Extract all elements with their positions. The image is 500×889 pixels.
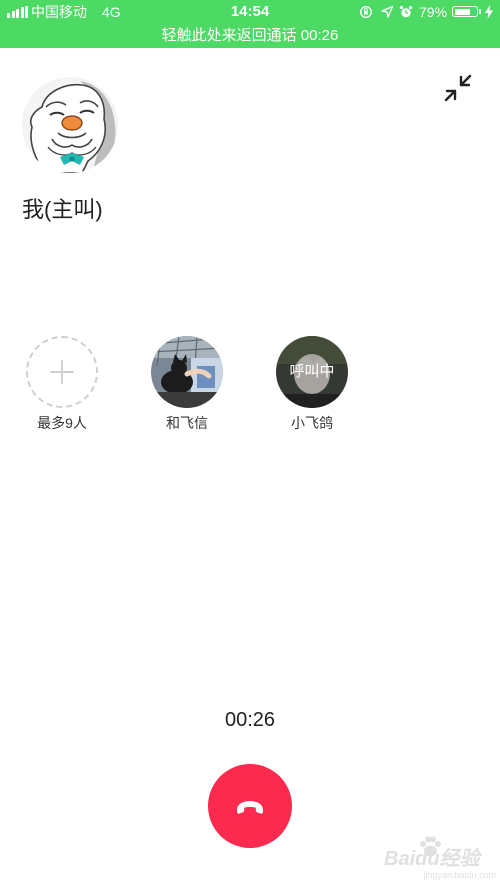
status-row: 中国移动 4G 14:54 79% bbox=[0, 0, 500, 24]
rotation-lock-icon bbox=[359, 5, 373, 19]
participant-label: 最多9人 bbox=[37, 415, 87, 431]
participant-label: 小飞鸽 bbox=[291, 415, 333, 431]
participant-label: 和飞信 bbox=[166, 415, 208, 431]
minimize-button[interactable] bbox=[440, 70, 476, 106]
participant-item[interactable]: 呼叫中 小飞鸽 bbox=[267, 336, 357, 436]
location-icon bbox=[381, 5, 394, 18]
return-to-call-banner[interactable]: 轻触此处来返回通话 00:26 bbox=[0, 25, 500, 46]
battery-fill bbox=[454, 8, 471, 15]
photo-avatar bbox=[151, 336, 223, 408]
hangup-button[interactable] bbox=[208, 764, 292, 848]
caller-avatar bbox=[22, 77, 118, 173]
phone-hangup-icon bbox=[237, 801, 263, 814]
add-icon bbox=[50, 360, 74, 384]
call-screen: 中国移动 4G 14:54 79% 轻触此处来返回通话 00:26 我(主叫) … bbox=[0, 0, 500, 889]
battery-cap bbox=[479, 9, 481, 14]
add-participant[interactable]: 最多9人 bbox=[17, 336, 107, 436]
watermark-text: Baidu经验 bbox=[384, 848, 480, 870]
participant-item[interactable]: 和飞信 bbox=[142, 336, 232, 436]
calling-status: 呼叫中 bbox=[276, 336, 348, 408]
add-participant-button[interactable] bbox=[26, 336, 98, 408]
participant-avatar: 呼叫中 bbox=[276, 336, 348, 408]
alarm-icon bbox=[399, 6, 413, 18]
collapse-icon bbox=[444, 74, 472, 102]
dog-avatar-illustration bbox=[22, 77, 118, 173]
battery-percent: 79% bbox=[419, 4, 448, 20]
caller-name: 我(主叫) bbox=[22, 197, 103, 222]
battery-icon bbox=[452, 6, 478, 17]
watermark-url: jingyan.baidu.com bbox=[423, 870, 496, 880]
charging-icon bbox=[485, 5, 493, 19]
call-timer: 00:26 bbox=[224, 709, 276, 731]
participant-avatar bbox=[151, 336, 223, 408]
baidu-watermark: Baidu经验 jingyan.baidu.com bbox=[384, 836, 496, 886]
status-bar: 中国移动 4G 14:54 79% 轻触此处来返回通话 00:26 bbox=[0, 0, 500, 48]
